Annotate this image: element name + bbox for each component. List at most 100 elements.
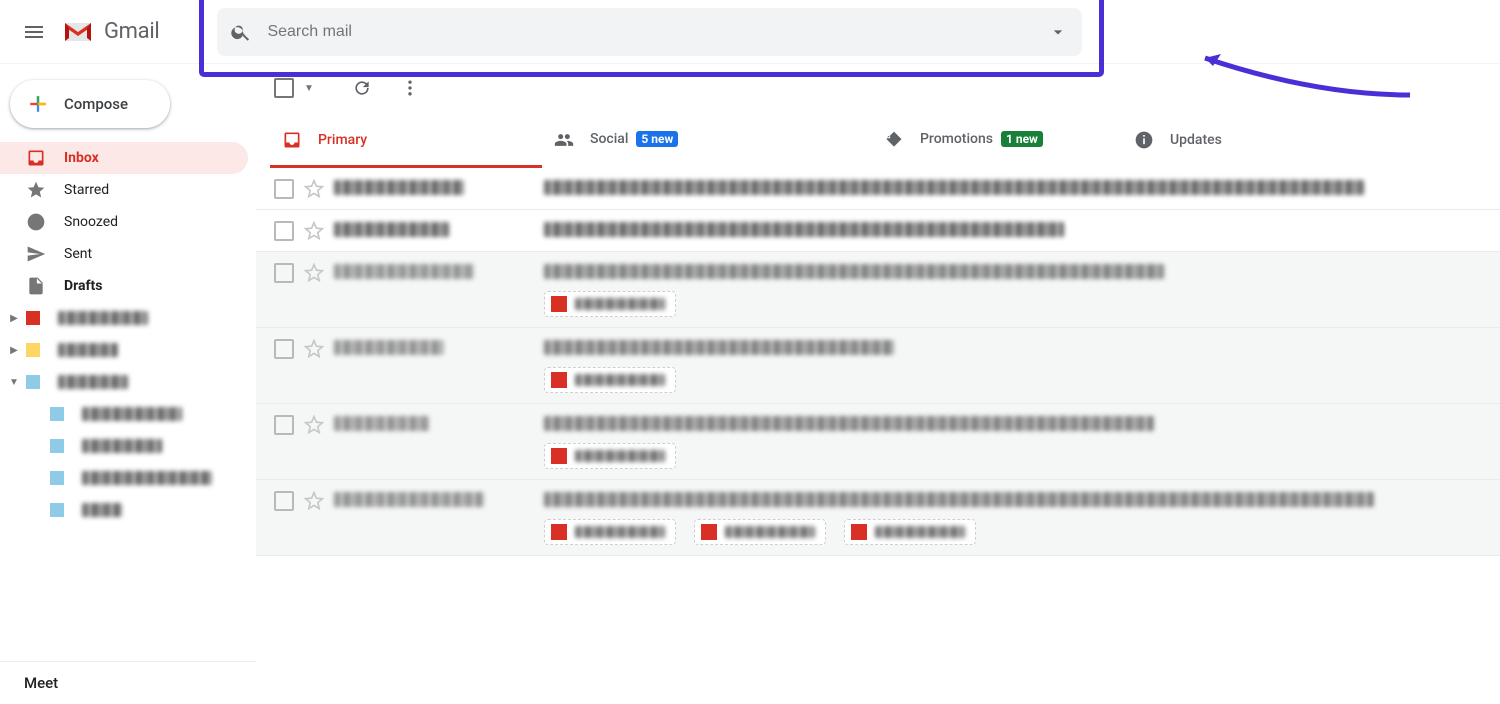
attachment-chip[interactable] bbox=[844, 519, 976, 545]
star-icon[interactable] bbox=[304, 415, 324, 435]
row-checkbox[interactable] bbox=[274, 179, 294, 199]
label-color-swatch bbox=[50, 439, 64, 453]
nav-label-3[interactable]: ▼ bbox=[0, 366, 256, 398]
star-icon[interactable] bbox=[304, 263, 324, 283]
tab-badge: 5 new bbox=[636, 131, 678, 147]
nav-inbox[interactable]: Inbox bbox=[0, 142, 248, 174]
tab-primary[interactable]: Primary bbox=[270, 112, 542, 168]
label-color-swatch bbox=[50, 503, 64, 517]
nav-label: Sent bbox=[64, 246, 92, 262]
attachment-chip[interactable] bbox=[694, 519, 826, 545]
row-checkbox[interactable] bbox=[274, 221, 294, 241]
nav-drafts[interactable]: Drafts bbox=[0, 270, 248, 302]
nav-starred[interactable]: Starred bbox=[0, 174, 248, 206]
attachment-chip[interactable] bbox=[544, 291, 676, 317]
email-row[interactable] bbox=[256, 328, 1500, 404]
nav-sublabel[interactable] bbox=[0, 462, 256, 494]
main-menu-button[interactable] bbox=[10, 8, 58, 56]
tab-social[interactable]: Social 5 new bbox=[542, 112, 872, 168]
redacted-text bbox=[82, 471, 212, 485]
tab-label: Updates bbox=[1170, 132, 1222, 148]
search-options-button[interactable] bbox=[1046, 20, 1070, 44]
row-subject bbox=[544, 178, 1484, 195]
row-sender bbox=[334, 338, 534, 355]
row-subject bbox=[544, 338, 1484, 393]
row-sender bbox=[334, 178, 534, 195]
select-all-checkbox[interactable] bbox=[274, 78, 294, 98]
tab-updates[interactable]: Updates bbox=[1122, 112, 1394, 168]
compose-button[interactable]: Compose bbox=[10, 80, 170, 128]
row-checkbox[interactable] bbox=[274, 339, 294, 359]
label-color-swatch bbox=[50, 471, 64, 485]
label-color-swatch bbox=[26, 311, 40, 325]
nav-label-2[interactable]: ▶ bbox=[0, 334, 256, 366]
search-input[interactable] bbox=[253, 23, 1046, 41]
star-icon[interactable] bbox=[304, 491, 324, 511]
nav-snoozed[interactable]: Snoozed bbox=[0, 206, 248, 238]
nav-sent[interactable]: Sent bbox=[0, 238, 248, 270]
attachment-chip[interactable] bbox=[544, 367, 676, 393]
row-checkbox[interactable] bbox=[274, 491, 294, 511]
nav-label: Snoozed bbox=[64, 214, 118, 230]
nav-primary: Inbox Starred Snoozed Sent bbox=[0, 142, 256, 526]
hamburger-icon bbox=[22, 20, 46, 44]
label-color-swatch bbox=[26, 375, 40, 389]
star-icon bbox=[26, 180, 46, 200]
select-all-dropdown[interactable]: ▼ bbox=[304, 83, 314, 94]
email-row[interactable] bbox=[256, 168, 1500, 210]
star-icon[interactable] bbox=[304, 221, 324, 241]
star-icon[interactable] bbox=[304, 339, 324, 359]
star-icon[interactable] bbox=[304, 179, 324, 199]
email-row[interactable] bbox=[256, 480, 1500, 556]
tab-label: Promotions bbox=[920, 131, 993, 147]
primary-tab-icon bbox=[282, 130, 302, 150]
attachment-icon bbox=[551, 448, 567, 464]
email-row[interactable] bbox=[256, 404, 1500, 480]
search-area bbox=[199, 0, 1104, 77]
redacted-text bbox=[82, 439, 162, 453]
promotions-tab-icon bbox=[884, 130, 904, 150]
nav-sublabel[interactable] bbox=[0, 430, 256, 462]
redacted-text bbox=[875, 526, 965, 538]
redacted-text bbox=[82, 503, 122, 517]
sidebar: Compose Inbox Starred Snoozed bbox=[0, 64, 256, 704]
row-subject bbox=[544, 490, 1484, 545]
more-vert-icon bbox=[400, 78, 420, 98]
tab-promotions[interactable]: Promotions 1 new bbox=[872, 112, 1122, 168]
search-box[interactable] bbox=[217, 8, 1082, 56]
email-row[interactable] bbox=[256, 210, 1500, 252]
updates-tab-icon bbox=[1134, 130, 1154, 150]
attachment-icon bbox=[551, 524, 567, 540]
row-checkbox[interactable] bbox=[274, 263, 294, 283]
redacted-text bbox=[58, 311, 148, 325]
row-subject bbox=[544, 220, 1484, 237]
attachment-chip[interactable] bbox=[544, 443, 676, 469]
row-sender bbox=[334, 490, 534, 507]
tab-badge: 1 new bbox=[1001, 131, 1043, 147]
caret-right-icon: ▶ bbox=[8, 345, 20, 356]
caret-down-icon bbox=[1048, 22, 1068, 42]
plus-icon bbox=[24, 90, 52, 118]
nav-sublabel[interactable] bbox=[0, 494, 256, 526]
attachment-icon bbox=[701, 524, 717, 540]
search-icon bbox=[229, 20, 253, 44]
nav-label: Drafts bbox=[64, 278, 102, 294]
redacted-text bbox=[575, 450, 665, 462]
redacted-text bbox=[82, 407, 182, 421]
redacted-text bbox=[575, 298, 665, 310]
nav-label: Starred bbox=[64, 182, 109, 198]
gmail-m-icon bbox=[62, 20, 94, 44]
attachment-chip[interactable] bbox=[544, 519, 676, 545]
app-header: Gmail bbox=[0, 0, 1500, 64]
tab-label: Primary bbox=[318, 132, 367, 148]
nav-label-1[interactable]: ▶ bbox=[0, 302, 256, 334]
meet-section-header[interactable]: Meet bbox=[0, 661, 256, 704]
meet-label: Meet bbox=[24, 674, 58, 692]
nav-sublabel[interactable] bbox=[0, 398, 256, 430]
gmail-logo[interactable]: Gmail bbox=[62, 19, 189, 44]
email-row[interactable] bbox=[256, 252, 1500, 328]
gmail-logo-text: Gmail bbox=[104, 19, 159, 44]
row-checkbox[interactable] bbox=[274, 415, 294, 435]
attachment-icon bbox=[851, 524, 867, 540]
social-tab-icon bbox=[554, 130, 574, 150]
